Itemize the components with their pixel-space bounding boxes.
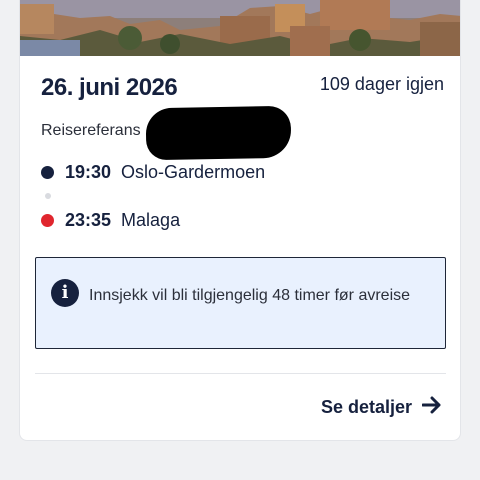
info-icon: i [51, 279, 79, 307]
arrival-dot-icon [41, 214, 54, 227]
departure-time: 19:30 [65, 162, 112, 182]
divider [35, 373, 446, 374]
checkin-notice-text: Innsjekk vil bli tilgjengelig 48 timer f… [89, 287, 411, 304]
departure-dot-icon [41, 166, 54, 179]
checkin-notice: i Innsjekk vil bli tilgjengelig 48 timer… [35, 257, 446, 349]
arrival-airport: Malaga [121, 210, 181, 230]
arrow-right-icon [421, 396, 442, 419]
departure-row: 19:30 Oslo-Gardermoen [41, 162, 265, 183]
redaction-mark [145, 105, 292, 161]
see-details-button[interactable]: Se detaljer [321, 396, 442, 419]
destination-photo [20, 0, 460, 56]
days-remaining: 109 dager igjen [319, 74, 444, 94]
booking-reference-label: Reisereferans [41, 122, 141, 139]
arrival-time: 23:35 [65, 210, 112, 230]
see-details-label: Se detaljer [320, 397, 412, 417]
trip-date: 26. juni 2026 [41, 74, 178, 101]
departure-airport: Oslo-Gardermoen [121, 162, 266, 182]
route-connector-dot [45, 193, 51, 199]
trip-card: 26. juni 2026 109 dager igjen Reiserefer… [19, 0, 461, 441]
arrival-row: 23:35 Malaga [41, 210, 180, 231]
